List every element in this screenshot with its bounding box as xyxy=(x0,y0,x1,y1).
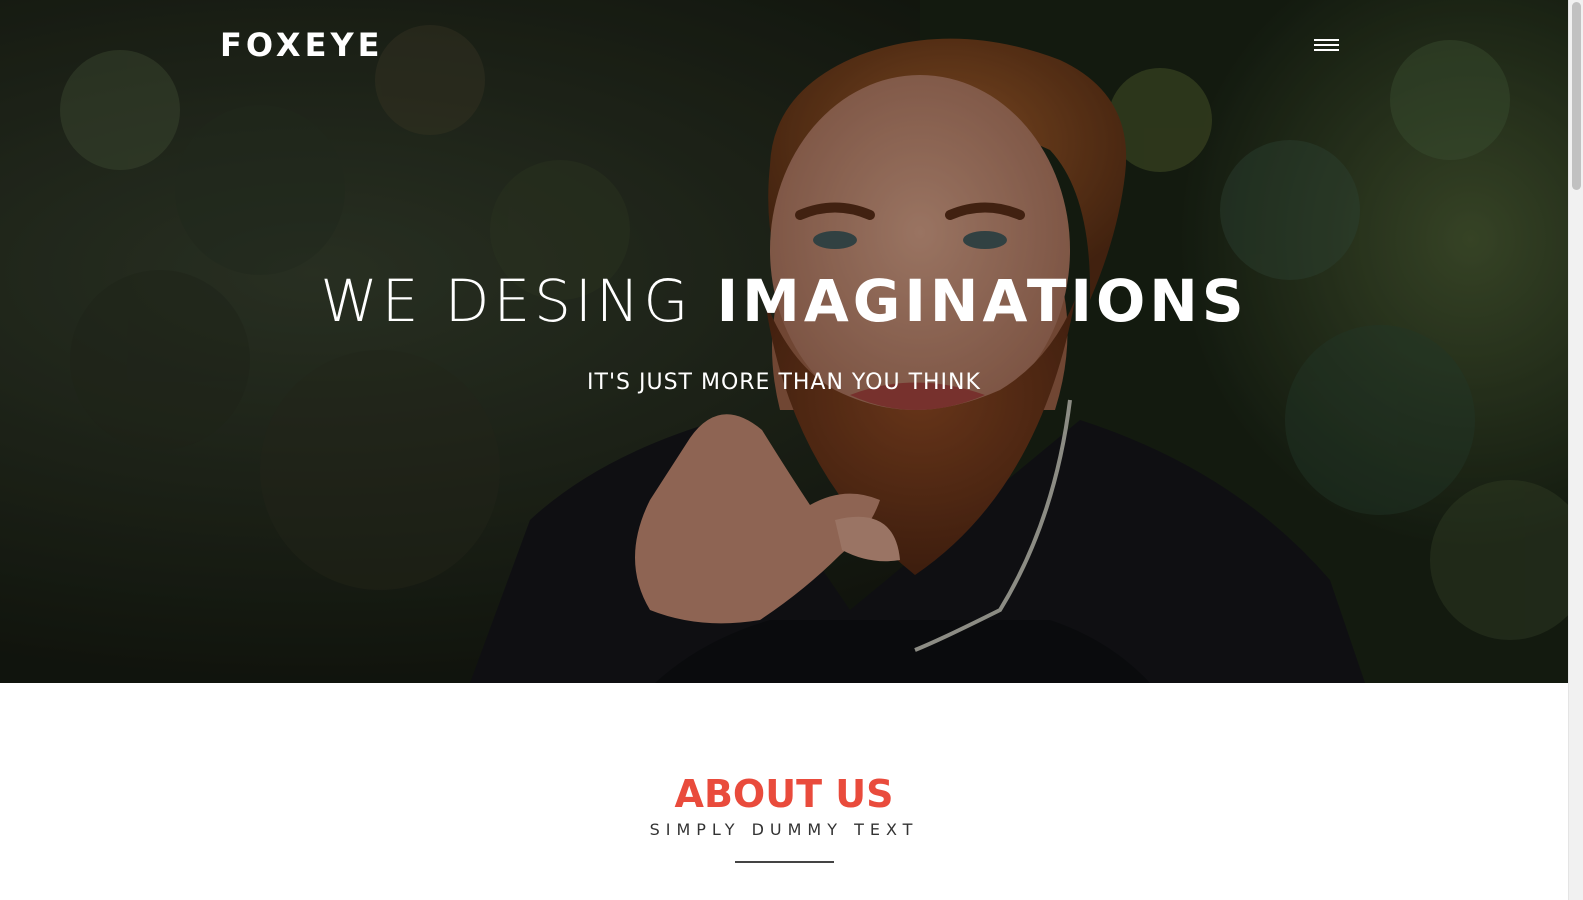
scrollbar-thumb[interactable] xyxy=(1572,2,1581,190)
hero-title-light: WE DESING xyxy=(320,267,693,335)
menu-bar-top xyxy=(1313,39,1339,41)
menu-bar-bottom xyxy=(1313,49,1339,51)
top-navigation: FOXEYE xyxy=(0,0,1568,92)
vertical-scrollbar[interactable] xyxy=(1568,0,1583,900)
menu-bar-middle xyxy=(1313,44,1339,46)
hero-section: FOXEYE WE DESING IMAGINATIONS IT'S JUST … xyxy=(0,0,1568,683)
hero-title-bold: IMAGINATIONS xyxy=(716,267,1248,335)
hero-content: WE DESING IMAGINATIONS IT'S JUST MORE TH… xyxy=(0,262,1568,400)
about-subtitle: SIMPLY DUMMY TEXT xyxy=(649,820,919,839)
hero-subtitle: IT'S JUST MORE THAN YOU THINK xyxy=(587,370,981,395)
about-section: ABOUT US SIMPLY DUMMY TEXT xyxy=(0,683,1568,900)
hero-title: WE DESING IMAGINATIONS xyxy=(0,262,1568,340)
hamburger-menu-icon[interactable] xyxy=(1306,30,1346,60)
about-title: ABOUT US xyxy=(674,772,894,816)
section-divider xyxy=(734,861,834,863)
brand-logo[interactable]: FOXEYE xyxy=(220,25,383,65)
